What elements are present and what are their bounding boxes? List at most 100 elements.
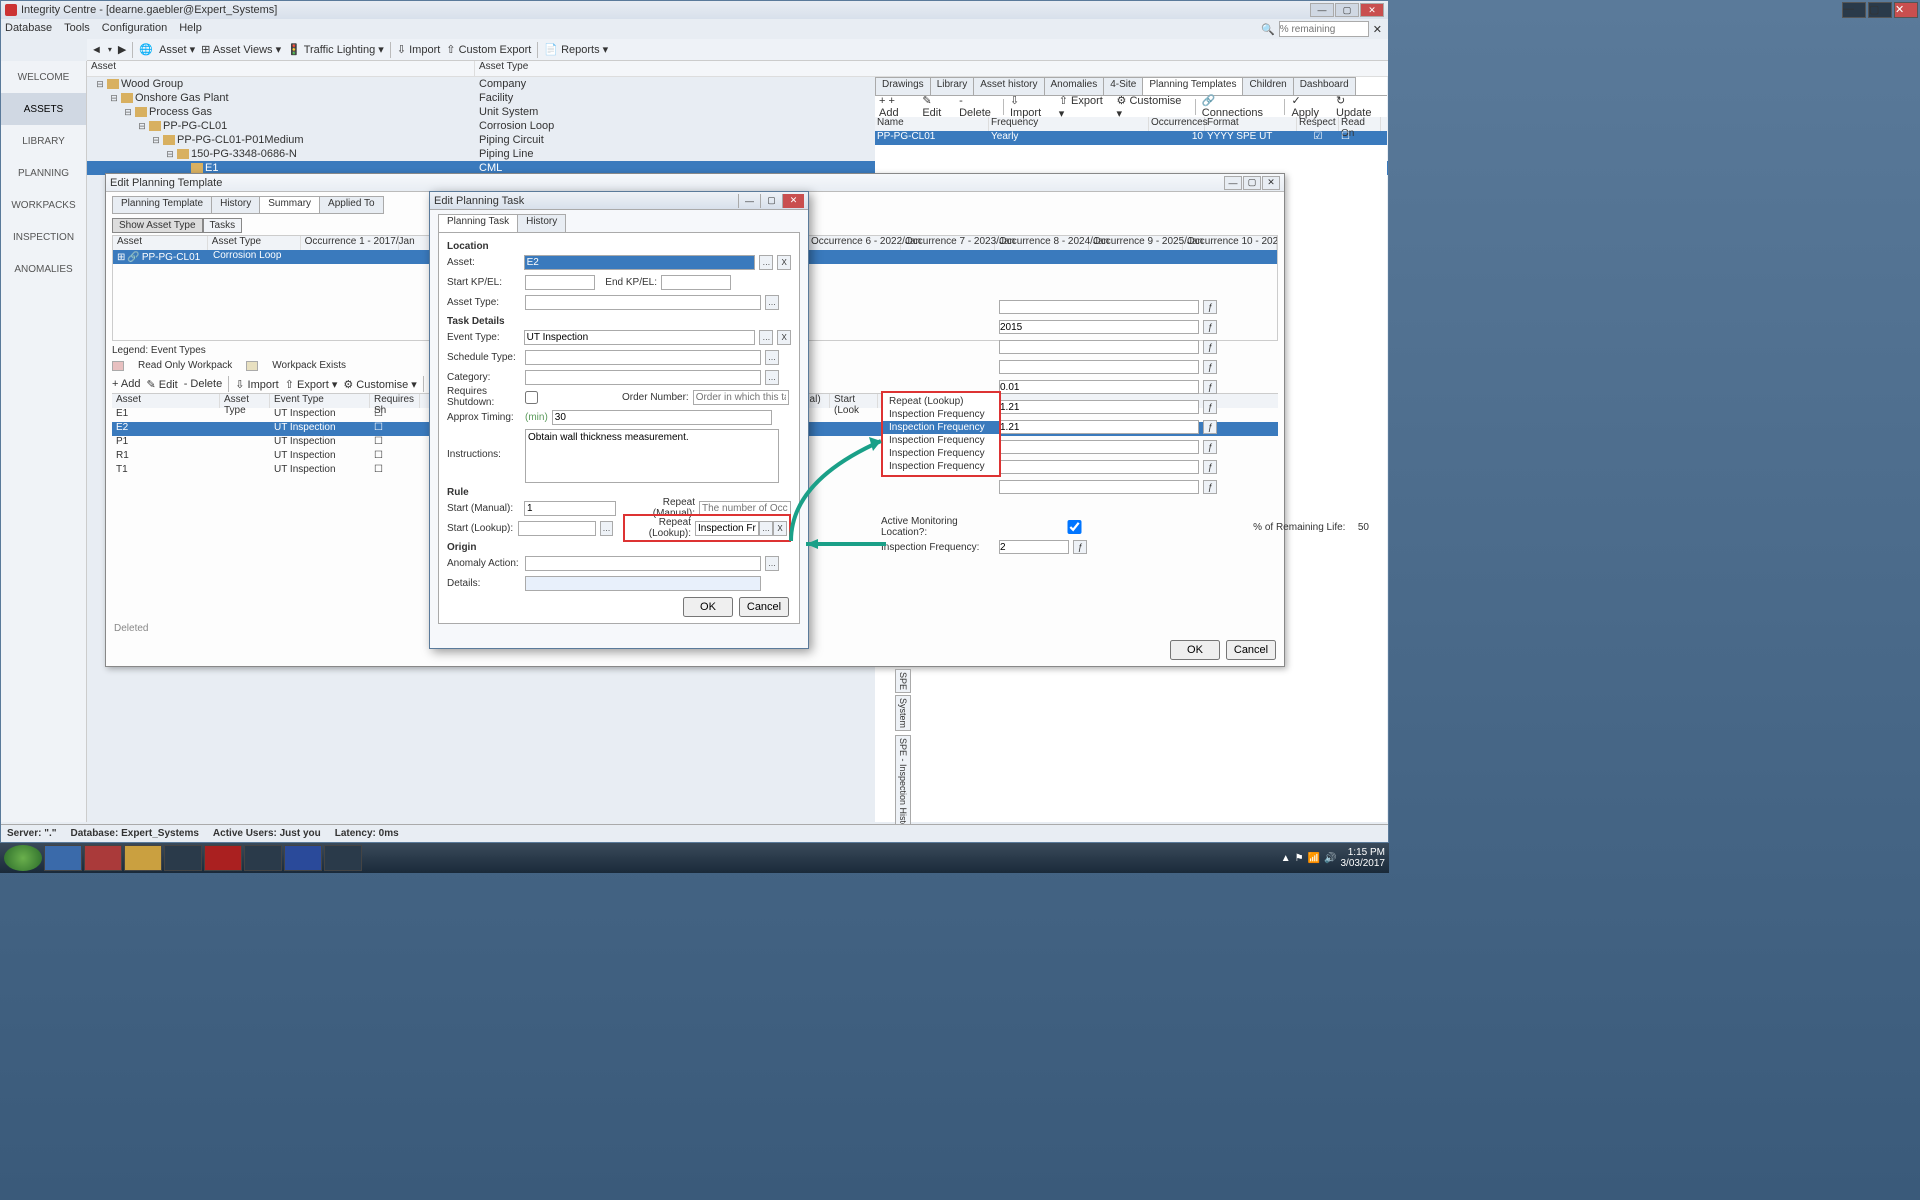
nav-library[interactable]: LIBRARY	[1, 125, 86, 157]
eventtype-picker-button[interactable]: …	[759, 330, 773, 345]
startl-picker-button[interactable]: …	[600, 521, 613, 536]
fx-button[interactable]: ƒ	[1203, 360, 1217, 374]
startm-input[interactable]	[524, 501, 616, 516]
repeat-lookup-popup[interactable]: Repeat (Lookup)Inspection FrequencyInspe…	[881, 391, 1001, 477]
tb-asset-views[interactable]: ⊞ Asset Views ▾	[201, 43, 281, 56]
fx-button[interactable]: ƒ	[1203, 460, 1217, 474]
inner-tab[interactable]: Summary	[259, 196, 320, 214]
popup-item[interactable]: Inspection Frequency	[883, 460, 999, 473]
g1h-asset[interactable]: Asset	[113, 236, 208, 250]
asset-picker-button[interactable]: …	[759, 255, 773, 270]
anomaly-input[interactable]	[525, 556, 761, 571]
asset-clear-button[interactable]: X	[777, 255, 791, 270]
dlg-max[interactable]: ▢	[760, 194, 782, 208]
taskbar-pdf[interactable]	[204, 845, 242, 871]
inspection-freq-input[interactable]	[999, 540, 1069, 554]
rgh-respect[interactable]: Respect	[1297, 117, 1339, 131]
dlg-cancel-button[interactable]: Cancel	[739, 597, 789, 617]
rgh-occ[interactable]: Occurrences	[1149, 117, 1205, 131]
rgh-readon[interactable]: Read On	[1339, 117, 1381, 131]
tray-icon[interactable]: ▲	[1281, 853, 1291, 864]
fx-button[interactable]: ƒ	[1203, 400, 1217, 414]
bg-max[interactable]: ▢	[1868, 2, 1892, 18]
tray-network-icon[interactable]: 📶	[1308, 853, 1320, 864]
detail-input[interactable]	[999, 380, 1199, 394]
search-input[interactable]	[1279, 21, 1369, 37]
taskbar-explorer[interactable]	[124, 845, 162, 871]
taskbar-app4[interactable]	[324, 845, 362, 871]
fx-button[interactable]: ƒ	[1203, 380, 1217, 394]
g1h-occ10[interactable]: Occurrence 10 - 2026/Jan	[1183, 236, 1277, 250]
taskbar-app2[interactable]	[164, 845, 202, 871]
subtab-tasks[interactable]: Tasks	[203, 218, 243, 233]
detail-input[interactable]	[999, 420, 1199, 434]
g1h-occ8[interactable]: Occurrence 8 - 2024/Jan	[995, 236, 1089, 250]
rgh-name[interactable]: Name	[875, 117, 989, 131]
g1h-occ9[interactable]: Occurrence 9 - 2025/Jan	[1089, 236, 1183, 250]
assettype-picker-button[interactable]: …	[765, 295, 779, 310]
search-close-icon[interactable]: ✕	[1373, 23, 1382, 36]
g2h-startl[interactable]: Start (Look	[830, 394, 878, 408]
taskbar[interactable]: ▲ ⚑ 📶 🔊 1:15 PM 3/03/2017	[0, 843, 1389, 873]
timing-input[interactable]	[552, 410, 772, 425]
eventtype-clear-button[interactable]: X	[777, 330, 791, 345]
detail-input[interactable]	[999, 440, 1199, 454]
detail-input[interactable]	[999, 340, 1199, 354]
eventtype-input[interactable]	[524, 330, 756, 345]
tree-hdr-asset[interactable]: Asset	[87, 61, 475, 76]
nav-assets[interactable]: ASSETS	[1, 93, 86, 125]
expand-icon[interactable]: ⊞	[117, 252, 125, 263]
category-input[interactable]	[525, 370, 761, 385]
rt-connections[interactable]: 🔗 Connections	[1202, 94, 1279, 119]
nav-fwd-icon[interactable]: ▶	[118, 43, 126, 56]
right-tab[interactable]: Children	[1242, 77, 1293, 95]
fx-button[interactable]: ƒ	[1073, 540, 1087, 554]
tb-reports[interactable]: 📄 Reports ▾	[544, 43, 608, 56]
menu-tools[interactable]: Tools	[64, 22, 90, 34]
start-button[interactable]	[4, 845, 42, 871]
nav-welcome[interactable]: WELCOME	[1, 61, 86, 93]
active-monitoring-checkbox[interactable]	[986, 520, 1163, 534]
rt-delete[interactable]: - Delete	[959, 95, 997, 119]
popup-item[interactable]: Inspection Frequency	[883, 421, 999, 434]
right-tab[interactable]: Library	[930, 77, 975, 95]
popup-item[interactable]: Inspection Frequency	[883, 434, 999, 447]
order-input[interactable]	[693, 390, 789, 405]
tb-asset[interactable]: Asset ▾	[159, 43, 195, 56]
startl-input[interactable]	[518, 521, 596, 536]
popup-item[interactable]: Repeat (Lookup)	[883, 395, 999, 408]
detail-input[interactable]	[999, 320, 1199, 334]
fx-button[interactable]: ƒ	[1203, 320, 1217, 334]
details-input[interactable]	[525, 576, 761, 591]
g2-export[interactable]: ⇧ Export ▾	[285, 378, 338, 391]
dlg-tab-planning-task[interactable]: Planning Task	[438, 214, 518, 232]
endkp-input[interactable]	[661, 275, 731, 290]
schedule-picker-button[interactable]: …	[765, 350, 779, 365]
inner-tab[interactable]: History	[211, 196, 260, 214]
startkp-input[interactable]	[525, 275, 595, 290]
right-tab[interactable]: Dashboard	[1293, 77, 1356, 95]
tb-import[interactable]: ⇩ Import	[397, 43, 440, 56]
rt-add[interactable]: + + Add	[879, 95, 916, 119]
g2h-req[interactable]: Requires Sh	[370, 394, 420, 408]
dlg-min[interactable]: —	[738, 194, 760, 208]
inner-tab[interactable]: Applied To	[319, 196, 384, 214]
g2-import[interactable]: ⇩ Import	[235, 378, 278, 391]
nav-back-icon[interactable]: ◄	[91, 44, 102, 56]
rt-import[interactable]: ⇩ Import	[1010, 94, 1053, 119]
repeatl-picker-button[interactable]: …	[759, 521, 773, 536]
detail-input[interactable]	[999, 400, 1199, 414]
schedule-input[interactable]	[525, 350, 761, 365]
g2-add[interactable]: + Add	[112, 378, 140, 390]
tree-hdr-type[interactable]: Asset Type	[475, 61, 528, 76]
bg-min[interactable]: —	[1842, 2, 1866, 18]
dlg-close[interactable]: ✕	[782, 194, 804, 208]
rt-export[interactable]: ⇧ Export ▾	[1059, 94, 1111, 120]
fx-button[interactable]: ƒ	[1203, 480, 1217, 494]
g1h-occ6[interactable]: Occurrence 6 - 2022/Jan	[807, 236, 901, 250]
system-tray[interactable]: ▲ ⚑ 📶 🔊 1:15 PM 3/03/2017	[1281, 847, 1385, 869]
right-tab[interactable]: Asset history	[973, 77, 1044, 95]
g2h-asset[interactable]: Asset	[112, 394, 220, 408]
repeatl-input[interactable]	[695, 521, 759, 536]
dlg-ok-button[interactable]: OK	[683, 597, 733, 617]
